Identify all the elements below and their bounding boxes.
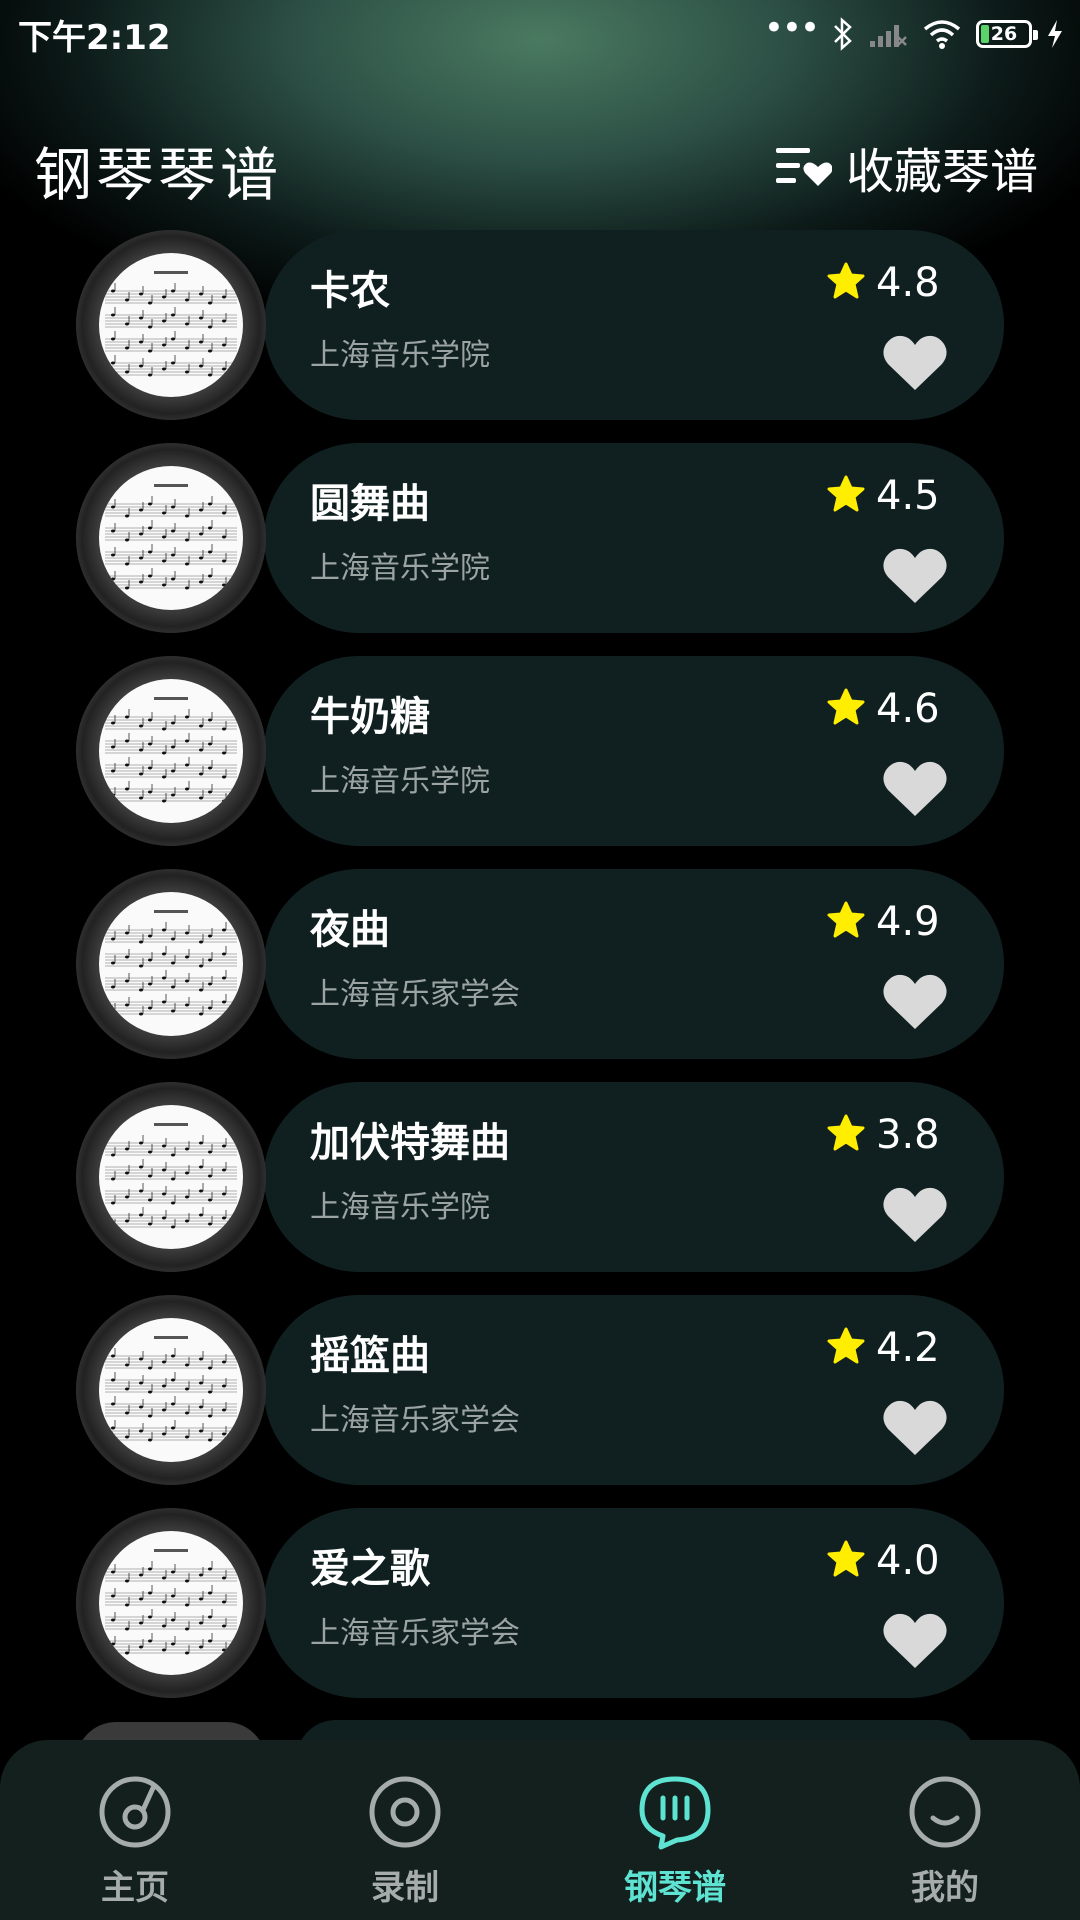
bottom-nav: 主页 录制 钢琴谱 我的 <box>0 1740 1080 1920</box>
score-title: 爱之歌 <box>310 1546 430 1592</box>
score-cover-disc <box>76 1508 266 1698</box>
score-cover-disc <box>76 869 266 1059</box>
rating: 4.6 <box>826 686 940 732</box>
score-item[interactable]: 加伏特舞曲 上海音乐学院 3.8 <box>0 1082 1080 1272</box>
favorites-label: 收藏琴谱 <box>845 144 1038 200</box>
battery-level: 26 <box>990 23 1018 45</box>
heart-icon <box>883 1613 947 1668</box>
page-title: 钢琴琴谱 <box>34 141 283 209</box>
home-disc-icon <box>99 1776 171 1848</box>
score-cover-disc <box>76 443 266 633</box>
rating: 4.5 <box>826 473 940 519</box>
status-time: 下午2:12 <box>18 18 171 58</box>
score-title: 摇篮曲 <box>310 1333 430 1379</box>
score-title: 加伏特舞曲 <box>310 1120 510 1166</box>
score-source: 上海音乐学院 <box>310 338 490 373</box>
score-title: 卡农 <box>310 268 390 314</box>
nav-label: 我的 <box>911 1868 979 1908</box>
rating-value: 4.5 <box>876 473 940 519</box>
score-source: 上海音乐家学会 <box>310 1616 520 1651</box>
charging-icon <box>1048 20 1062 48</box>
favorite-heart-button[interactable] <box>880 758 950 820</box>
score-source: 上海音乐学院 <box>310 1190 490 1225</box>
heart-icon <box>883 1400 947 1455</box>
star-icon <box>826 475 866 517</box>
score-cover-disc <box>76 1295 266 1485</box>
favorite-heart-button[interactable] <box>880 971 950 1033</box>
nav-home[interactable]: 主页 <box>35 1774 235 1914</box>
nav-label: 钢琴谱 <box>624 1868 726 1908</box>
record-icon <box>369 1776 441 1848</box>
heart-icon <box>883 761 947 816</box>
score-cover-disc <box>76 230 266 420</box>
score-item[interactable]: 爱之歌 上海音乐家学会 4.0 <box>0 1508 1080 1698</box>
rating-value: 4.6 <box>876 686 940 732</box>
smile-icon <box>909 1776 981 1848</box>
more-dots-icon: ••• <box>763 8 820 48</box>
score-chat-icon <box>639 1776 711 1850</box>
sheet-music-thumbnail <box>99 1105 243 1249</box>
status-bar: 下午2:12 ••• 26 <box>0 0 1080 66</box>
score-item[interactable]: 圆舞曲 上海音乐学院 4.5 <box>0 443 1080 633</box>
favorite-heart-button[interactable] <box>880 1610 950 1672</box>
star-icon <box>826 262 866 304</box>
star-icon <box>826 901 866 943</box>
favorite-heart-button[interactable] <box>880 1184 950 1246</box>
sheet-music-thumbnail <box>99 1531 243 1675</box>
sheet-music-thumbnail <box>99 679 243 823</box>
score-source: 上海音乐学院 <box>310 764 490 799</box>
bluetooth-icon <box>834 17 852 51</box>
nav-mine[interactable]: 我的 <box>845 1774 1045 1914</box>
rating-value: 4.2 <box>876 1325 940 1371</box>
star-icon <box>826 1540 866 1582</box>
rating-value: 3.8 <box>876 1112 940 1158</box>
score-item[interactable]: 卡农 上海音乐学院 4.8 <box>0 230 1080 420</box>
score-title: 夜曲 <box>310 907 390 953</box>
rating-value: 4.0 <box>876 1538 940 1584</box>
nav-label: 录制 <box>371 1868 439 1908</box>
score-item[interactable]: 夜曲 上海音乐家学会 4.9 <box>0 869 1080 1059</box>
favorites-button[interactable]: 收藏琴谱 <box>774 132 1038 202</box>
score-title: 圆舞曲 <box>310 481 430 527</box>
rating: 3.8 <box>826 1112 940 1158</box>
heart-icon <box>883 974 947 1029</box>
rating-value: 4.8 <box>876 260 940 306</box>
rating: 4.9 <box>826 899 940 945</box>
rating: 4.2 <box>826 1325 940 1371</box>
star-icon <box>826 1114 866 1156</box>
nav-label: 主页 <box>101 1868 169 1908</box>
rating: 4.8 <box>826 260 940 306</box>
score-source: 上海音乐学院 <box>310 551 490 586</box>
score-cover-disc <box>76 1082 266 1272</box>
battery-icon: 26 <box>976 20 1038 48</box>
score-source: 上海音乐家学会 <box>310 977 520 1012</box>
signal-icon <box>870 25 907 47</box>
rating: 4.0 <box>826 1538 940 1584</box>
score-source: 上海音乐家学会 <box>310 1403 520 1438</box>
sheet-music-thumbnail <box>99 1318 243 1462</box>
sheet-music-thumbnail <box>99 892 243 1036</box>
heart-icon <box>883 1187 947 1242</box>
sheet-music-thumbnail <box>99 466 243 610</box>
rating-value: 4.9 <box>876 899 940 945</box>
sheet-music-thumbnail <box>99 253 243 397</box>
star-icon <box>826 1327 866 1369</box>
wifi-icon <box>923 20 961 49</box>
status-icons: ••• 26 <box>763 8 1064 54</box>
favorite-heart-button[interactable] <box>880 545 950 607</box>
score-item[interactable]: 摇篮曲 上海音乐家学会 4.2 <box>0 1295 1080 1485</box>
score-title: 牛奶糖 <box>310 694 430 740</box>
favorites-list-icon <box>775 148 832 186</box>
favorite-heart-button[interactable] <box>880 1397 950 1459</box>
nav-piano-score[interactable]: 钢琴谱 <box>575 1774 775 1914</box>
score-item[interactable]: 牛奶糖 上海音乐学院 4.6 <box>0 656 1080 846</box>
favorite-heart-button[interactable] <box>880 332 950 394</box>
heart-icon <box>883 335 947 390</box>
score-cover-disc <box>76 656 266 846</box>
star-icon <box>826 688 866 730</box>
nav-record[interactable]: 录制 <box>305 1774 505 1914</box>
heart-icon <box>883 548 947 603</box>
